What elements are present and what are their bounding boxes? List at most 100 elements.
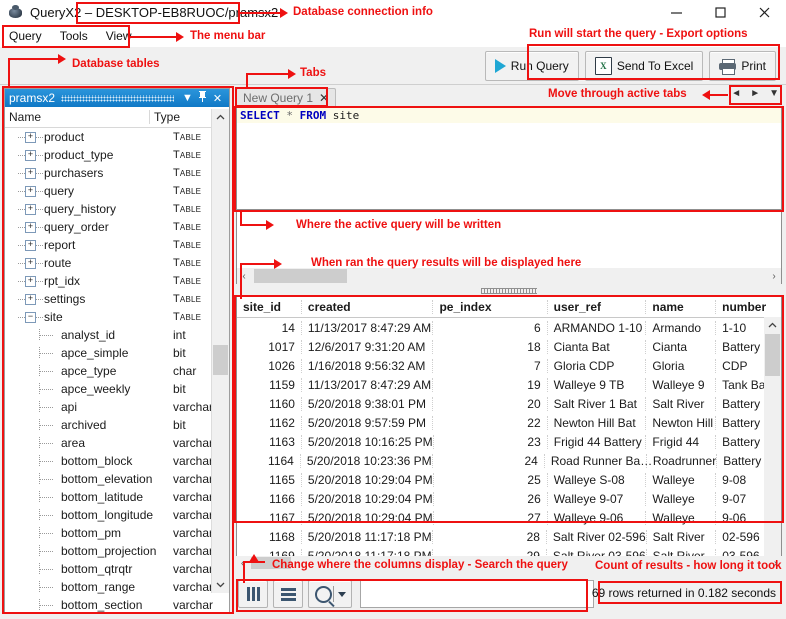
tree-row[interactable]: bottom_qtrqtr varchar xyxy=(5,560,229,578)
tree-row[interactable]: + product_type Table xyxy=(5,146,229,164)
grid-cell: 5/20/2018 9:38:01 PM xyxy=(300,396,433,411)
tree-row[interactable]: + route Table xyxy=(5,254,229,272)
tree-row[interactable]: archived bit xyxy=(5,416,229,434)
search-input[interactable] xyxy=(360,580,594,608)
tree-row[interactable]: − site Table xyxy=(5,308,229,326)
expand-icon[interactable]: + xyxy=(18,221,43,233)
tab-next-icon[interactable]: ► xyxy=(749,88,761,99)
columns-layout-button[interactable] xyxy=(238,580,268,608)
grid-cell: 5/20/2018 11:17:18 PM xyxy=(300,529,432,544)
tree-row[interactable]: bottom_section varchar xyxy=(5,596,229,612)
tab-new-query-1[interactable]: New Query 1 ✕ xyxy=(236,88,337,107)
tree-row[interactable]: bottom_range varchar xyxy=(5,578,229,596)
tree-row[interactable]: + purchasers Table xyxy=(5,164,229,182)
table-row[interactable]: 1164 5/20/2018 10:23:36 PM 24 Road Runner B… xyxy=(237,451,781,470)
collapse-icon[interactable]: − xyxy=(18,311,43,323)
tree-row[interactable]: bottom_elevation varchar xyxy=(5,470,229,488)
grid-column-header[interactable]: user_ref xyxy=(546,300,646,314)
grid-body[interactable]: 14 11/13/2017 8:47:29 AM 6 ARMANDO 1-10 Arma… xyxy=(237,318,781,565)
tab-prev-icon[interactable]: ◄ xyxy=(730,88,742,99)
expand-icon[interactable]: + xyxy=(18,131,43,143)
menu-item-query[interactable]: Query xyxy=(0,27,51,45)
annotation-arrow-activequery xyxy=(266,220,274,230)
tree-row-name-cell: + query_history xyxy=(5,202,169,216)
grid-column-header[interactable]: created xyxy=(300,300,433,314)
table-row[interactable]: 1159 11/13/2017 8:47:29 AM 19 Walleye 9 TB W… xyxy=(237,375,781,394)
expand-icon[interactable]: + xyxy=(18,203,43,215)
close-icon[interactable]: ✕ xyxy=(210,92,225,105)
tree-row[interactable]: apce_weekly bit xyxy=(5,380,229,398)
table-row[interactable]: 1165 5/20/2018 10:29:04 PM 25 Walleye S-08 W… xyxy=(237,470,781,489)
tree-row[interactable]: bottom_block varchar xyxy=(5,452,229,470)
tree-row[interactable]: + report Table xyxy=(5,236,229,254)
hscroll-track[interactable] xyxy=(251,268,767,284)
send-to-excel-button[interactable]: X Send To Excel xyxy=(584,51,704,81)
grid-column-header[interactable]: number xyxy=(715,300,781,314)
tree-row[interactable]: + query Table xyxy=(5,182,229,200)
table-row[interactable]: 1166 5/20/2018 10:29:04 PM 26 Walleye 9-07 W… xyxy=(237,489,781,508)
tab-list-icon[interactable]: ▼ xyxy=(768,88,780,99)
tree-row[interactable]: apce_simple bit xyxy=(5,344,229,362)
tree-row[interactable]: + query_history Table xyxy=(5,200,229,218)
tree-row[interactable]: bottom_pm varchar xyxy=(5,524,229,542)
grid-scroll-up-icon[interactable] xyxy=(764,317,781,334)
menu-item-tools[interactable]: Tools xyxy=(51,27,97,45)
tree-row[interactable]: + settings Table xyxy=(5,290,229,308)
grid-column-header[interactable]: name xyxy=(645,300,715,314)
table-row[interactable]: 14 11/13/2017 8:47:29 AM 6 ARMANDO 1-10 Arma… xyxy=(237,318,781,337)
scroll-down-icon[interactable] xyxy=(212,576,229,593)
tree-row[interactable]: + product Table xyxy=(5,128,229,146)
tree-row[interactable]: bottom_latitude varchar xyxy=(5,488,229,506)
grid-scroll-thumb[interactable] xyxy=(765,334,780,376)
table-row[interactable]: 1026 1/16/2018 9:56:32 AM 7 Gloria CDP Glori… xyxy=(237,356,781,375)
tree-row[interactable]: bottom_longitude varchar xyxy=(5,506,229,524)
results-horizontal-scrollbar[interactable]: ‹ › xyxy=(237,268,781,284)
table-row[interactable]: 1168 5/20/2018 11:17:18 PM 28 Salt River 02… xyxy=(237,527,781,546)
rows-layout-button[interactable] xyxy=(273,580,303,608)
sql-editor[interactable]: SELECT * FROM site xyxy=(236,107,782,210)
pin-icon[interactable] xyxy=(195,91,210,105)
grid-vertical-scrollbar[interactable] xyxy=(764,317,781,567)
tab-close-icon[interactable]: ✕ xyxy=(319,91,329,105)
table-row[interactable]: 1163 5/20/2018 10:16:25 PM 23 Frigid 44 Bat… xyxy=(237,432,781,451)
chevron-down-icon[interactable]: ▼ xyxy=(180,92,195,104)
tree-row[interactable]: + query_order Table xyxy=(5,218,229,236)
grid-column-header[interactable]: site_id xyxy=(237,300,301,314)
search-options-button[interactable] xyxy=(308,580,352,608)
tree-row[interactable]: area varchar xyxy=(5,434,229,452)
results-data-grid[interactable]: site_id created pe_index user_ref name number… xyxy=(236,296,782,568)
expand-icon[interactable]: + xyxy=(18,293,43,305)
table-row[interactable]: 1017 12/6/2017 9:31:20 AM 18 Cianta Bat Cian… xyxy=(237,337,781,356)
maximize-button[interactable] xyxy=(698,0,742,25)
tree-row[interactable]: bottom_projection varchar xyxy=(5,542,229,560)
tree-leaf-connector-icon xyxy=(39,454,53,466)
tree-row[interactable]: apce_type char xyxy=(5,362,229,380)
minimize-button[interactable] xyxy=(654,0,698,25)
expand-icon[interactable]: + xyxy=(18,149,43,161)
annotation-line-menubar xyxy=(130,36,178,38)
table-row[interactable]: 1167 5/20/2018 10:29:04 PM 27 Walleye 9-06 W… xyxy=(237,508,781,527)
hscroll-right-arrow[interactable]: › xyxy=(767,271,781,282)
tree-row[interactable]: api varchar xyxy=(5,398,229,416)
grid-cell: 20 xyxy=(432,396,546,411)
tree-scroll-thumb[interactable] xyxy=(213,345,228,375)
tree-vertical-scrollbar[interactable] xyxy=(211,109,229,593)
tree-row[interactable]: analyst_id int xyxy=(5,326,229,344)
table-row[interactable]: 1162 5/20/2018 9:57:59 PM 22 Newton Hill Ba… xyxy=(237,413,781,432)
grid-cell: 5/20/2018 10:23:36 PM xyxy=(299,453,432,468)
table-row[interactable]: 1160 5/20/2018 9:38:01 PM 20 Salt River 1 B… xyxy=(237,394,781,413)
print-button[interactable]: Print xyxy=(709,51,776,81)
expand-icon[interactable]: + xyxy=(18,167,43,179)
close-button[interactable] xyxy=(742,0,786,25)
splitter-handle[interactable] xyxy=(236,286,782,294)
hscroll-thumb[interactable] xyxy=(254,269,347,283)
expand-icon[interactable]: + xyxy=(18,275,43,287)
grid-column-header[interactable]: pe_index xyxy=(432,300,546,314)
run-query-button[interactable]: Run Query xyxy=(484,51,579,81)
expand-icon[interactable]: + xyxy=(18,257,43,269)
expand-icon[interactable]: + xyxy=(18,185,43,197)
tree-row[interactable]: + rpt_idx Table xyxy=(5,272,229,290)
expand-icon[interactable]: + xyxy=(18,239,43,251)
tree-body[interactable]: + product Table + product_type Table + purchase… xyxy=(5,128,229,612)
scroll-up-icon[interactable] xyxy=(212,109,229,126)
